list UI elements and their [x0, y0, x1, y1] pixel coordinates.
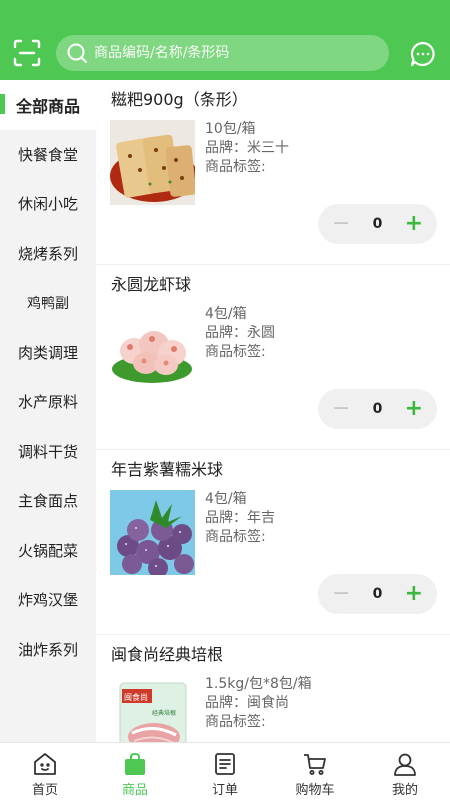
decrease-button[interactable]: −: [332, 583, 350, 605]
quantity-stepper: − 0 +: [318, 574, 437, 614]
product-name: 永圆龙虾球: [111, 275, 192, 294]
product-card[interactable]: 年吉紫薯糯米球 4包/箱 品牌：年吉 商品标签: − 0 +: [96, 450, 450, 635]
category-poultry[interactable]: 鸡鸭副: [0, 278, 96, 328]
tab-orders-label: 订单: [211, 783, 238, 798]
product-tags: 商品标签:: [205, 529, 266, 545]
category-hotpot[interactable]: 火锅配菜: [0, 526, 96, 576]
quantity-value: 0: [372, 216, 383, 232]
product-brand: 品牌：闽食尚: [205, 695, 289, 711]
product-image[interactable]: 闽食尚 经典培根: [110, 675, 195, 742]
product-spec: 1.5kg/包*8包/箱: [205, 676, 312, 692]
decrease-button[interactable]: −: [332, 398, 350, 420]
product-image[interactable]: [110, 120, 195, 205]
quantity-value: 0: [372, 401, 383, 417]
search-input[interactable]: [94, 45, 374, 61]
category-all[interactable]: 全部商品: [0, 80, 96, 130]
tab-cart[interactable]: 购物车: [270, 743, 360, 800]
increase-button[interactable]: +: [405, 583, 423, 605]
category-seafood[interactable]: 水产原料: [0, 377, 96, 427]
product-card[interactable]: 闽食尚经典培根 闽食尚 经典培根 1.5kg/包*8包/箱 品牌：闽食尚 商品标…: [96, 635, 450, 742]
search-icon: [67, 43, 87, 63]
category-fried-chicken[interactable]: 炸鸡汉堡: [0, 575, 96, 625]
tab-profile[interactable]: 我的: [360, 743, 450, 800]
product-card[interactable]: 糍粑900g（条形） 10包/箱 品牌：米三十 商品标签: − 0 +: [96, 80, 450, 265]
product-image[interactable]: [110, 490, 195, 575]
increase-button[interactable]: +: [405, 213, 423, 235]
tab-home-label: 首页: [31, 783, 58, 798]
top-header: [0, 0, 450, 80]
cart-icon: [304, 754, 326, 775]
tab-products-label: 商品: [121, 783, 148, 798]
product-tags: 商品标签:: [205, 714, 266, 730]
category-seasoning[interactable]: 调料干货: [0, 427, 96, 477]
tab-profile-label: 我的: [391, 783, 418, 798]
category-bbq[interactable]: 烧烤系列: [0, 229, 96, 279]
product-brand: 品牌：永圆: [205, 325, 275, 341]
product-spec: 10包/箱: [205, 121, 256, 137]
product-image[interactable]: [110, 305, 195, 390]
tab-products[interactable]: 商品: [90, 743, 180, 800]
category-meat[interactable]: 肉类调理: [0, 328, 96, 378]
product-card[interactable]: 永圆龙虾球 4包/箱 品牌：永圆 商品标签: − 0 +: [96, 265, 450, 450]
product-meta: 4包/箱 品牌：永圆 商品标签:: [205, 305, 275, 362]
product-meta: 10包/箱 品牌：米三十 商品标签:: [205, 120, 289, 177]
bottom-tab-bar: 首页 商品 订单 购物车 我的: [0, 742, 450, 800]
scan-icon[interactable]: [12, 38, 42, 68]
order-icon: [215, 753, 235, 775]
bag-icon: [125, 752, 145, 775]
product-meta: 1.5kg/包*8包/箱 品牌：闽食尚 商品标签:: [205, 675, 312, 732]
user-icon: [394, 753, 416, 776]
increase-button[interactable]: +: [405, 398, 423, 420]
product-name: 糍粑900g（条形）: [111, 90, 248, 109]
category-snacks[interactable]: 休闲小吃: [0, 179, 96, 229]
quantity-stepper: − 0 +: [318, 204, 437, 244]
quantity-value: 0: [372, 586, 383, 602]
category-fried[interactable]: 油炸系列: [0, 625, 96, 675]
category-staples[interactable]: 主食面点: [0, 476, 96, 526]
quantity-stepper: − 0 +: [318, 389, 437, 429]
product-brand: 品牌：年吉: [205, 510, 275, 526]
tab-orders[interactable]: 订单: [180, 743, 270, 800]
product-name: 年吉紫薯糯米球: [111, 460, 224, 479]
home-icon: [34, 753, 56, 775]
product-spec: 4包/箱: [205, 491, 247, 507]
product-meta: 4包/箱 品牌：年吉 商品标签:: [205, 490, 275, 547]
product-list: 糍粑900g（条形） 10包/箱 品牌：米三十 商品标签: − 0 + 永圆龙虾…: [96, 80, 450, 742]
search-bar[interactable]: [56, 35, 389, 71]
tab-home[interactable]: 首页: [0, 743, 90, 800]
package-brand-text: 闽食尚: [124, 692, 148, 702]
product-spec: 4包/箱: [205, 306, 247, 322]
product-tags: 商品标签:: [205, 344, 266, 360]
tab-cart-label: 购物车: [295, 783, 335, 798]
product-tags: 商品标签:: [205, 159, 266, 175]
category-fastfood[interactable]: 快餐食堂: [0, 130, 96, 180]
chat-icon[interactable]: [409, 40, 437, 68]
decrease-button[interactable]: −: [332, 213, 350, 235]
product-brand: 品牌：米三十: [205, 140, 289, 156]
product-name: 闽食尚经典培根: [111, 645, 224, 664]
package-product-text: 经典培根: [152, 709, 176, 717]
category-sidebar: 全部商品 快餐食堂 休闲小吃 烧烤系列 鸡鸭副 肉类调理 水产原料 调料干货 主…: [0, 80, 96, 742]
